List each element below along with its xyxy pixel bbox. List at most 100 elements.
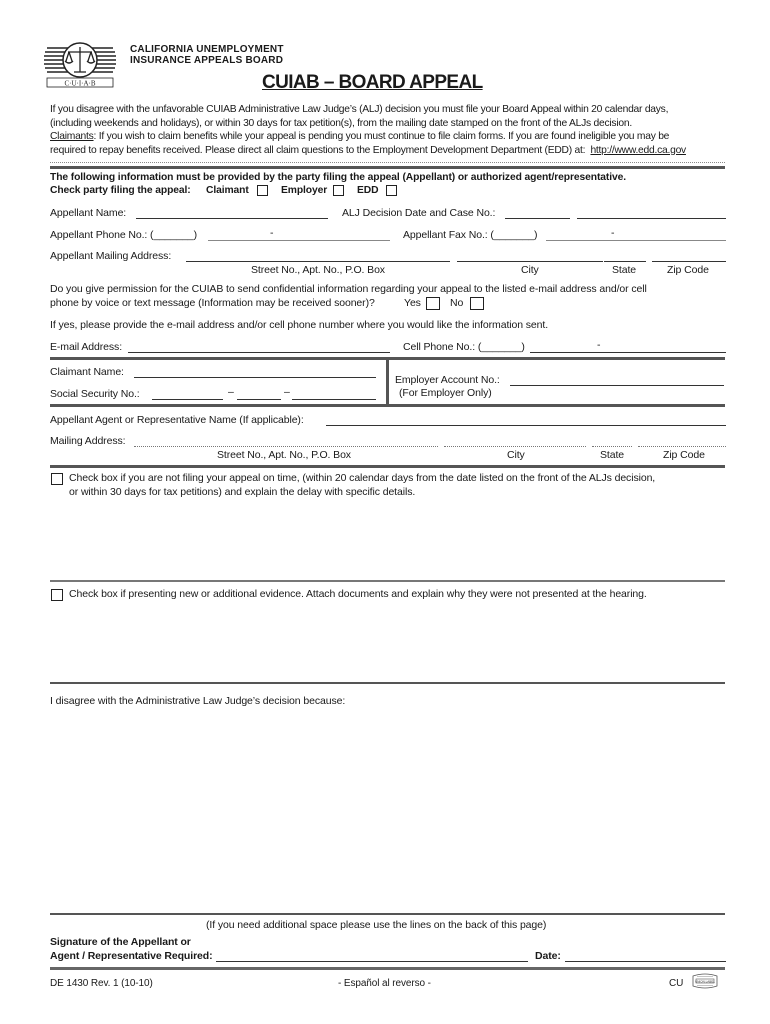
late-filing-text-line-2: or within 30 days for tax petitions) and… (69, 486, 416, 498)
appellant-phone-field[interactable] (210, 227, 388, 240)
form-title: CUIAB – BOARD APPEAL (262, 72, 483, 93)
alj-decision-date-field[interactable] (506, 205, 568, 218)
section-rule (50, 166, 725, 169)
ssn-part3-field[interactable] (293, 386, 375, 399)
agent-zip-caption: Zip Code (663, 449, 705, 461)
permission-yes-checkbox[interactable] (426, 297, 440, 310)
email-field[interactable] (130, 339, 388, 352)
scales-of-justice-icon: C·U·I·A·B (44, 42, 116, 88)
ssn-separator-2: – (284, 386, 290, 398)
agent-address-label: Mailing Address: (50, 435, 126, 447)
appellant-name-label: Appellant Name: (50, 207, 127, 219)
address-street-line (186, 261, 450, 262)
permission-no-checkbox[interactable] (470, 297, 484, 310)
city-caption: City (521, 264, 539, 276)
ssn-part2-field[interactable] (238, 386, 280, 399)
appellant-fax-label: Appellant Fax No.: (_______) (403, 229, 538, 241)
street-caption: Street No., Apt. No., P.O. Box (251, 264, 385, 276)
form-id: DE 1430 Rev. 1 (10-10) (50, 978, 153, 989)
agent-city-caption: City (507, 449, 525, 461)
edd-website-link[interactable]: http://www.edd.ca.gov (590, 145, 686, 156)
address-zip-line (652, 261, 726, 262)
email-label: E-mail Address: (50, 341, 123, 353)
employer-checkbox[interactable] (333, 185, 344, 196)
claimant-checkbox[interactable] (257, 185, 268, 196)
agent-city-line (444, 446, 586, 447)
disagree-reason-field[interactable] (50, 712, 729, 911)
employer-only-note: (For Employer Only) (399, 387, 492, 399)
disagree-label: I disagree with the Administrative Law J… (50, 695, 346, 707)
date-label: Date: (535, 950, 561, 962)
svg-text:UNION LABEL: UNION LABEL (695, 979, 715, 983)
cell-phone-label: Cell Phone No.: (_______) (403, 341, 525, 353)
alj-decision-label: ALJ Decision Date and Case No.: (342, 207, 496, 219)
date-field[interactable] (567, 948, 724, 961)
agency-name: CALIFORNIA UNEMPLOYMENT INSURANCE APPEAL… (130, 44, 284, 66)
agent-name-line (326, 425, 726, 426)
signature-label-line-1: Signature of the Appellant or (50, 936, 191, 948)
no-label: No (450, 297, 464, 309)
employer-option-label: Employer (281, 185, 328, 196)
agency-line-1: CALIFORNIA UNEMPLOYMENT (130, 44, 284, 55)
late-filing-explanation-field[interactable] (50, 503, 729, 579)
appellant-phone-line (208, 240, 390, 241)
check-party-label: Check party filing the appeal: (50, 185, 191, 196)
claimant-name-field[interactable] (136, 364, 374, 377)
new-evidence-explanation-field[interactable] (50, 605, 729, 681)
cuiab-logo: C·U·I·A·B (43, 40, 117, 88)
edd-checkbox[interactable] (386, 185, 397, 196)
agent-state-line (592, 446, 632, 447)
vertical-divider (386, 358, 389, 405)
svg-text:C·U·I·A·B: C·U·I·A·B (64, 80, 95, 88)
edd-option-label: EDD (357, 185, 379, 196)
ssn-part3-line (292, 399, 376, 400)
ssn-separator-1: – (228, 386, 234, 398)
late-filing-checkbox[interactable] (51, 473, 63, 485)
employer-account-label: Employer Account No.: (395, 374, 500, 386)
appellant-phone-label: Appellant Phone No.: (_______) (50, 229, 198, 241)
section-rule (50, 967, 725, 970)
agent-address-field[interactable] (136, 433, 724, 446)
intro-line-2: (including weekends and holidays), or wi… (50, 117, 632, 129)
section-rule (50, 465, 725, 468)
signature-line (216, 961, 528, 962)
address-city-line (457, 261, 603, 262)
intro-line-4-text: required to repay benefits received. Ple… (50, 144, 586, 156)
signature-label-line-2: Agent / Representative Required: (50, 950, 213, 962)
section-rule (50, 580, 725, 582)
cell-phone-field[interactable] (532, 339, 724, 352)
ssn-part1-line (152, 399, 223, 400)
state-caption: State (612, 264, 637, 276)
agent-street-caption: Street No., Apt. No., P.O. Box (217, 449, 351, 461)
agent-name-field[interactable] (328, 412, 724, 425)
appellant-name-line (136, 218, 328, 219)
employer-account-line (510, 385, 724, 386)
email-line (128, 352, 390, 353)
employer-account-field[interactable] (512, 372, 722, 385)
additional-space-note: (If you need additional space please use… (206, 919, 547, 931)
intro-line-4: required to repay benefits received. Ple… (50, 144, 740, 158)
alj-date-line (505, 218, 570, 219)
appellant-fax-field[interactable] (548, 227, 724, 240)
signature-field[interactable] (218, 948, 526, 961)
party-notice: The following information must be provid… (50, 172, 627, 183)
agent-zip-line (638, 446, 726, 447)
address-state-line (604, 261, 646, 262)
if-yes-instructions: If yes, please provide the e-mail addres… (50, 319, 549, 331)
agency-line-2: INSURANCE APPEALS BOARD (130, 55, 284, 66)
case-number-field[interactable] (579, 205, 724, 218)
ssn-part1-field[interactable] (153, 386, 221, 399)
case-no-line (577, 218, 726, 219)
new-evidence-text: Check box if presenting new or additiona… (69, 588, 647, 600)
appellant-address-field[interactable] (188, 248, 724, 261)
appellant-name-field[interactable] (138, 205, 326, 218)
footer-code: CU (669, 978, 684, 989)
intro-line-3: Claimants: If you wish to claim benefits… (50, 130, 740, 144)
section-rule (50, 404, 725, 407)
claimant-name-label: Claimant Name: (50, 366, 124, 378)
zip-caption: Zip Code (667, 264, 709, 276)
section-rule (50, 682, 725, 684)
section-rule (50, 913, 725, 915)
union-label-icon: UNION LABEL (690, 972, 720, 995)
new-evidence-checkbox[interactable] (51, 589, 63, 601)
